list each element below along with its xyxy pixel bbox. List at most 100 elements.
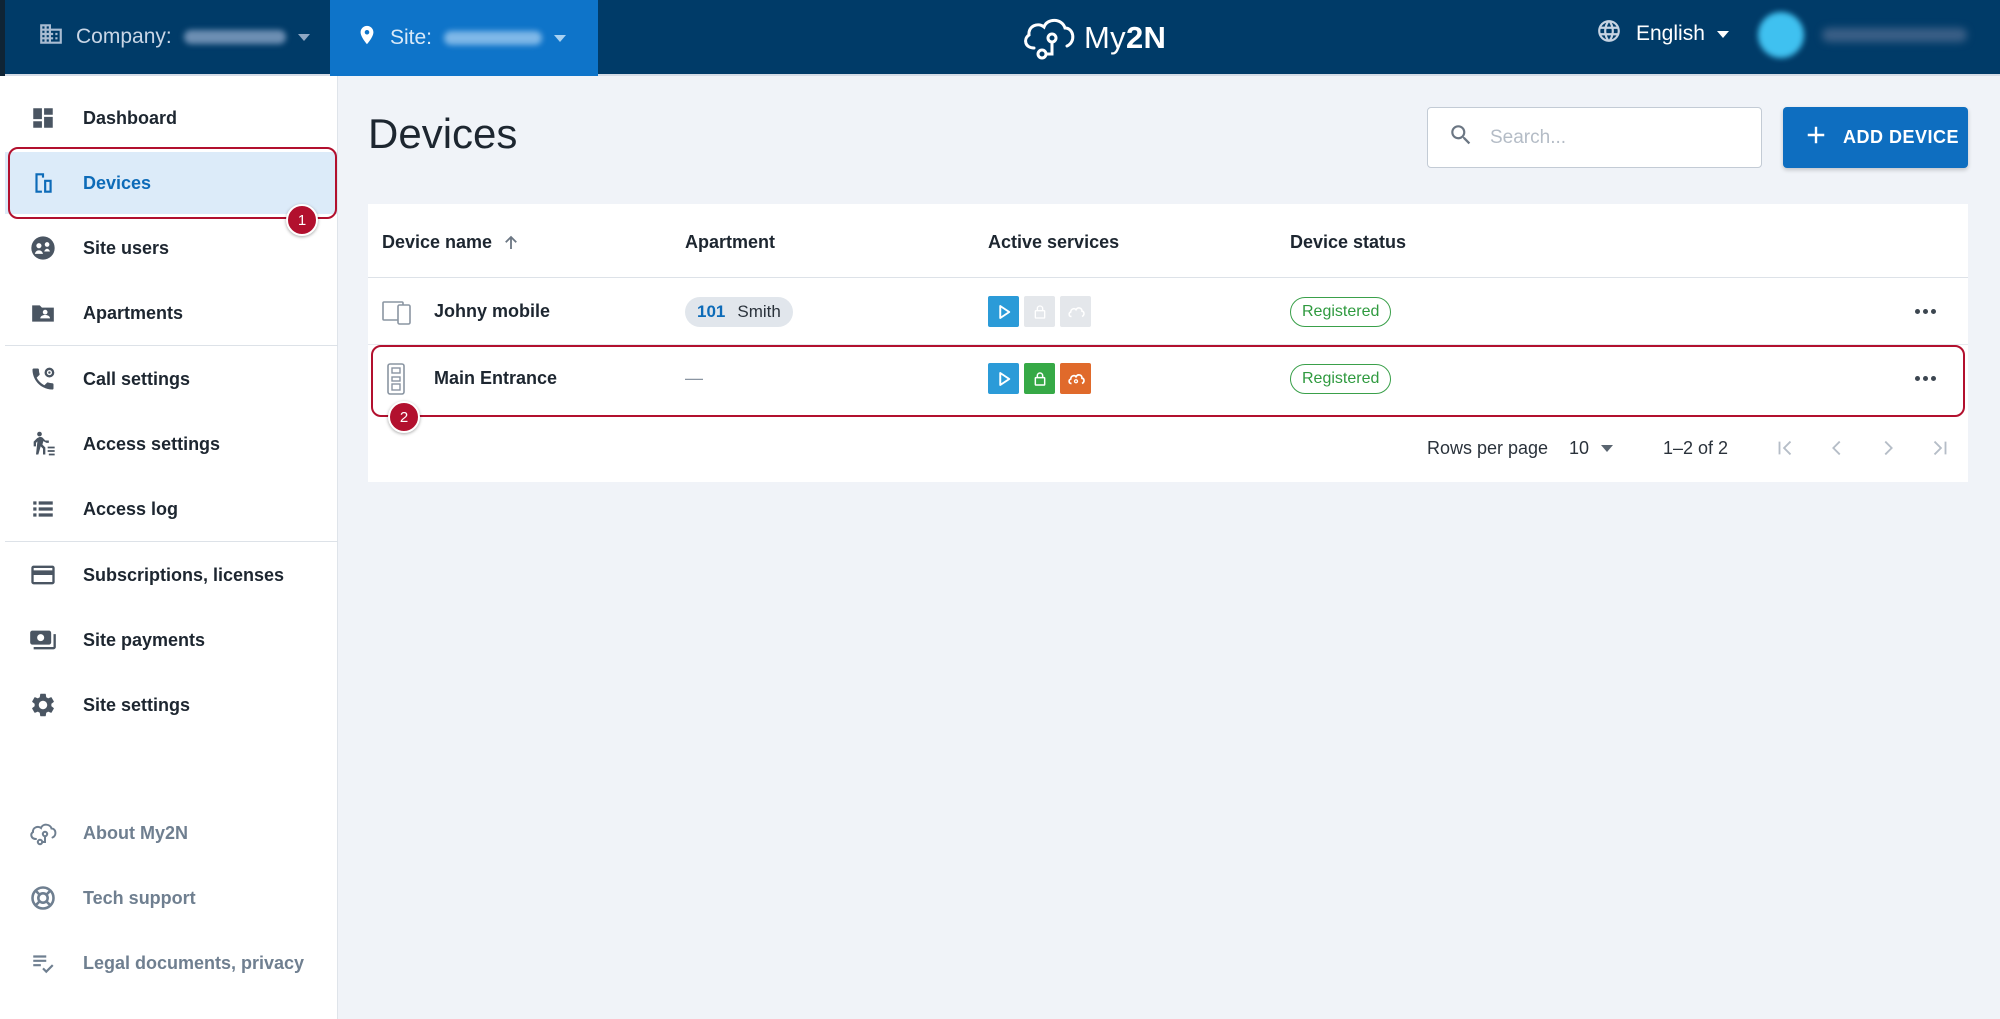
sidebar-item-label: Site settings <box>83 694 191 715</box>
top-bar: Company: Site: My2N English <box>0 0 2000 76</box>
building-icon <box>38 21 64 53</box>
add-device-button[interactable]: ADD DEVICE <box>1783 107 1968 168</box>
sidebar-item-about[interactable]: About My2N <box>5 802 337 864</box>
callout-highlight-main-entrance <box>371 345 1965 417</box>
lock-service-icon-inactive <box>1024 296 1055 327</box>
more-dot <box>1931 309 1936 314</box>
callout-badge: 2 <box>388 401 420 433</box>
callout-badge: 1 <box>286 204 318 236</box>
logo-text: My2N <box>1084 20 1166 56</box>
document-check-icon <box>28 948 58 978</box>
dashboard-icon <box>28 103 58 133</box>
callout-highlight-devices <box>8 147 337 219</box>
cloud-service-icon-inactive <box>1060 296 1091 327</box>
status-badge: Registered <box>1290 296 1392 327</box>
call-settings-icon <box>28 364 58 394</box>
company-label: Company: <box>76 25 172 48</box>
status-cell: Registered <box>1290 278 1392 345</box>
add-device-label: ADD DEVICE <box>1843 127 1960 147</box>
users-icon <box>28 233 58 263</box>
language-selector[interactable]: English <box>1596 0 1729 68</box>
search-field[interactable] <box>1427 107 1762 168</box>
sidebar-item-tech-support[interactable]: Tech support <box>5 867 337 929</box>
apartments-icon <box>28 298 58 328</box>
logo-text-prefix: My <box>1084 20 1126 55</box>
chevron-down-icon <box>1601 444 1614 452</box>
table-row[interactable]: Johny mobile 101 Smith Registered <box>368 278 1968 345</box>
sidebar-item-site-payments[interactable]: Site payments <box>5 609 337 671</box>
company-name-redacted <box>183 30 286 44</box>
mobile-video-service-icon <box>988 296 1019 327</box>
apartment-chip[interactable]: 101 Smith <box>685 296 793 327</box>
logo-text-bold: 2N <box>1125 20 1167 55</box>
site-name-redacted <box>444 31 543 45</box>
sidebar-divider <box>5 345 338 346</box>
sidebar-item-label: Call settings <box>83 368 191 389</box>
first-page-icon <box>1778 440 1792 456</box>
cloud-icon <box>28 818 58 848</box>
sidebar-item-access-log[interactable]: Access log <box>5 478 337 540</box>
device-name[interactable]: Johny mobile <box>434 278 550 345</box>
column-header-label: Device name <box>382 232 493 252</box>
language-label: English <box>1636 22 1705 45</box>
globe-icon <box>1596 18 1622 50</box>
chevron-down-icon <box>554 34 567 42</box>
last-page-button[interactable] <box>1925 433 1955 463</box>
company-selector[interactable]: Company: <box>6 0 326 74</box>
chevron-down-icon <box>1716 30 1729 38</box>
payments-icon <box>28 625 58 655</box>
sidebar-item-call-settings[interactable]: Call settings <box>5 348 337 410</box>
active-services <box>988 278 1096 345</box>
next-page-button[interactable] <box>1873 433 1903 463</box>
sidebar-item-apartments[interactable]: Apartments <box>5 282 337 344</box>
subscriptions-icon <box>28 560 58 590</box>
sidebar-item-dashboard[interactable]: Dashboard <box>5 87 337 149</box>
access-log-icon <box>28 494 58 524</box>
site-selector[interactable]: Site: <box>330 0 598 76</box>
chevron-left-icon <box>1832 440 1841 456</box>
sidebar-item-site-settings[interactable]: Site settings <box>5 674 337 736</box>
sidebar-item-label: Access settings <box>83 433 221 454</box>
sidebar-item-label: Subscriptions, licenses <box>83 564 285 585</box>
column-header-active-services[interactable]: Active services <box>988 232 1119 253</box>
my2n-logo[interactable]: My2N <box>1020 10 1166 66</box>
cloud-logo-icon <box>1020 12 1078 65</box>
sidebar-item-subscriptions[interactable]: Subscriptions, licenses <box>5 544 337 606</box>
sidebar-item-legal[interactable]: Legal documents, privacy <box>5 932 337 994</box>
apartment-cell: 101 Smith <box>685 278 793 345</box>
lifebuoy-icon <box>28 883 58 913</box>
search-icon <box>1448 122 1474 153</box>
sidebar-divider <box>5 541 338 542</box>
rows-per-page-select[interactable]: 10 <box>1569 428 1614 468</box>
location-pin-icon <box>356 21 378 55</box>
more-dot <box>1923 309 1928 314</box>
chevron-right-icon <box>1884 440 1893 456</box>
row-more-options[interactable] <box>1912 278 1936 345</box>
more-dot <box>1915 309 1920 314</box>
sidebar-item-label: Tech support <box>83 887 196 908</box>
sort-ascending-icon <box>502 234 520 252</box>
previous-page-button[interactable] <box>1822 433 1852 463</box>
column-header-label: Active services <box>988 232 1120 252</box>
user-name-redacted[interactable] <box>1822 28 1967 42</box>
rows-per-page-label: Rows per page <box>1427 437 1549 458</box>
access-settings-icon <box>28 429 58 459</box>
chevron-down-icon <box>297 33 310 41</box>
last-page-icon <box>1933 440 1947 456</box>
avatar[interactable] <box>1758 12 1804 58</box>
sidebar-item-label: Access log <box>83 498 179 519</box>
column-header-label: Device status <box>1290 232 1407 252</box>
sidebar-item-label: Apartments <box>83 302 184 323</box>
site-label: Site: <box>390 26 433 49</box>
first-page-button[interactable] <box>1770 433 1800 463</box>
page-title: Devices <box>368 110 518 157</box>
apartment-name: Smith <box>737 301 781 321</box>
column-header-device-status[interactable]: Device status <box>1290 232 1406 253</box>
search-input[interactable] <box>1490 126 1750 149</box>
sidebar-item-label: Dashboard <box>83 107 178 128</box>
sidebar-item-access-settings[interactable]: Access settings <box>5 413 337 475</box>
sidebar-item-label: Site payments <box>83 629 206 650</box>
device-type-icon-mobile <box>382 278 414 345</box>
column-header-apartment[interactable]: Apartment <box>685 232 775 253</box>
column-header-device-name[interactable]: Device name <box>382 232 520 253</box>
